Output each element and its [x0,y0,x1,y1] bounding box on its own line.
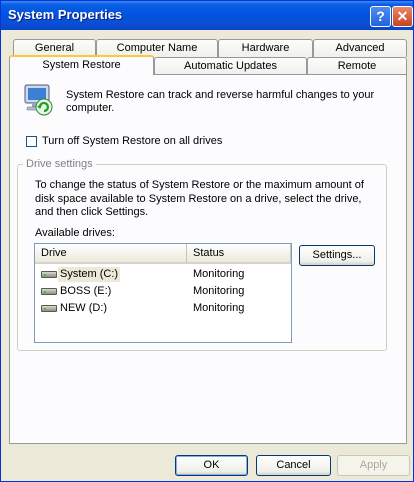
cancel-button[interactable]: Cancel [256,455,331,476]
hard-drive-icon [41,305,57,312]
drive-status: Monitoring [193,268,245,280]
drive-settings-description: To change the status of System Restore o… [35,179,364,218]
drives-list[interactable]: Drive Status System (C:) Monitoring BOSS… [34,243,292,343]
drive-name: System (C:) [58,267,121,282]
hard-drive-icon [41,288,57,295]
tab-automatic-updates[interactable]: Automatic Updates [154,57,307,75]
drive-name: NEW (D:) [60,302,108,314]
drive-name: BOSS (E:) [60,285,112,297]
apply-button[interactable]: Apply [337,455,410,476]
intro-text: System Restore can track and reverse har… [66,89,375,114]
tab-advanced[interactable]: Advanced [313,39,407,57]
hard-drive-icon [41,271,57,278]
window-title: System Properties [8,7,123,22]
tab-system-restore[interactable]: System Restore [9,55,154,75]
tab-hardware[interactable]: Hardware [218,39,313,57]
drive-row[interactable]: NEW (D:) Monitoring [35,300,291,317]
column-header-status[interactable]: Status [187,244,291,264]
turn-off-label[interactable]: Turn off System Restore on all drives [42,135,222,147]
drive-row[interactable]: System (C:) Monitoring [35,266,291,283]
close-button[interactable]: ✕ [392,6,413,27]
turn-off-checkbox[interactable] [26,136,37,147]
drive-status: Monitoring [193,302,245,314]
system-properties-window: System Properties ? ✕ General Computer N… [0,0,414,482]
title-bar[interactable]: System Properties ? ✕ [1,1,413,30]
system-restore-icon [24,84,53,116]
help-button[interactable]: ? [370,6,391,27]
settings-button[interactable]: Settings... [299,245,375,266]
available-drives-label: Available drives: [35,227,115,239]
ok-button[interactable]: OK [175,455,248,476]
tab-remote[interactable]: Remote [307,57,407,75]
column-header-drive[interactable]: Drive [35,244,187,264]
drive-settings-label: Drive settings [23,158,96,170]
drive-row[interactable]: BOSS (E:) Monitoring [35,283,291,300]
drive-status: Monitoring [193,285,245,297]
